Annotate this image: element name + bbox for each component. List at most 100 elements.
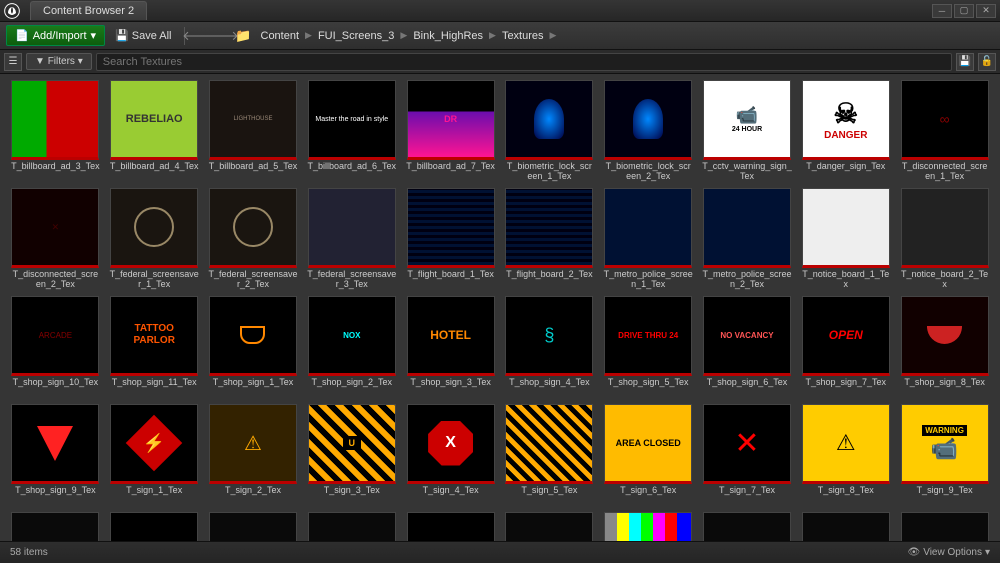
asset-item[interactable]: NO VACANCYT_shop_sign_6_Tex — [700, 296, 795, 400]
asset-thumbnail: U — [308, 404, 396, 484]
asset-item[interactable]: UT_sign_3_Tex — [304, 404, 399, 508]
asset-thumbnail — [209, 296, 297, 376]
asset-item[interactable] — [206, 512, 301, 541]
asset-item[interactable]: ✕T_sign_7_Tex — [700, 404, 795, 508]
add-import-button[interactable]: 📄 Add/Import ▾ — [6, 25, 105, 46]
close-button[interactable]: ✕ — [976, 4, 996, 18]
save-all-button[interactable]: 💾 Save All — [109, 26, 177, 45]
filters-button[interactable]: ▼ Filters ▾ — [26, 53, 92, 70]
asset-item[interactable]: T_shop_sign_8_Tex — [897, 296, 992, 400]
asset-thumbnail — [901, 296, 989, 376]
asset-item[interactable]: T_sign_5_Tex — [502, 404, 597, 508]
asset-label: T_billboard_ad_7_Tex — [406, 162, 496, 184]
breadcrumb-segment[interactable]: Content — [261, 30, 300, 42]
lock-button[interactable]: 🔓 — [978, 53, 996, 71]
asset-thumbnail: HOTEL — [407, 296, 495, 376]
asset-item[interactable]: REBELIAOT_billboard_ad_4_Tex — [107, 80, 202, 184]
asset-item[interactable]: Master the road in styleT_billboard_ad_6… — [304, 80, 399, 184]
asset-thumbnail: ⚠ — [209, 404, 297, 484]
asset-item[interactable]: T_metro_police_screen_2_Tex — [700, 188, 795, 292]
asset-thumbnail: ⚠ — [802, 404, 890, 484]
asset-item[interactable]: T_flight_board_2_Tex — [502, 188, 597, 292]
chevron-right-icon: ▶ — [489, 30, 496, 41]
asset-thumbnail: WARNING📹 — [901, 404, 989, 484]
asset-item[interactable]: AREA CLOSEDT_sign_6_Tex — [601, 404, 696, 508]
asset-item[interactable]: T_flight_board_1_Tex — [403, 188, 498, 292]
folder-tree-button[interactable]: 📁 — [235, 27, 253, 45]
asset-thumbnail — [703, 512, 791, 541]
view-options-button[interactable]: 👁 View Options ▾ — [908, 547, 990, 558]
asset-item[interactable]: T_shop_sign_1_Tex — [206, 296, 301, 400]
asset-label: T_sign_5_Tex — [504, 486, 594, 508]
asset-item[interactable]: HOTELT_shop_sign_3_Tex — [403, 296, 498, 400]
asset-item[interactable]: ⚠T_sign_2_Tex — [206, 404, 301, 508]
asset-item[interactable] — [601, 512, 696, 541]
asset-label: T_notice_board_1_Tex — [801, 270, 891, 292]
asset-label: T_disconnected_screen_1_Tex — [900, 162, 990, 184]
asset-item[interactable]: T_federal_screensaver_3_Tex — [304, 188, 399, 292]
asset-item[interactable] — [304, 512, 399, 541]
asset-item[interactable]: ☠DANGERT_danger_sign_Tex — [798, 80, 893, 184]
asset-item[interactable]: T_notice_board_2_Tex — [897, 188, 992, 292]
asset-thumbnail — [505, 80, 593, 160]
asset-thumbnail: AREA CLOSED — [604, 404, 692, 484]
asset-thumbnail — [901, 512, 989, 541]
minimize-button[interactable]: ─ — [932, 4, 952, 18]
asset-thumbnail — [505, 188, 593, 268]
asset-item[interactable]: WARNING📹T_sign_9_Tex — [897, 404, 992, 508]
asset-item[interactable]: ⚡T_sign_1_Tex — [107, 404, 202, 508]
asset-label: T_metro_police_screen_1_Tex — [603, 270, 693, 292]
asset-item[interactable]: NOXT_shop_sign_2_Tex — [304, 296, 399, 400]
asset-item[interactable]: ∞T_disconnected_screen_1_Tex — [897, 80, 992, 184]
asset-item[interactable]: §T_shop_sign_4_Tex — [502, 296, 597, 400]
asset-thumbnail: NOX — [308, 296, 396, 376]
asset-item[interactable]: T_federal_screensaver_2_Tex — [206, 188, 301, 292]
breadcrumb-segment[interactable]: Textures — [502, 30, 544, 42]
asset-item[interactable]: ✕T_disconnected_screen_2_Tex — [8, 188, 103, 292]
save-search-button[interactable]: 💾 — [956, 53, 974, 71]
breadcrumb-segment[interactable]: FUI_Screens_3 — [318, 30, 394, 42]
asset-item[interactable]: ⚠T_sign_8_Tex — [798, 404, 893, 508]
asset-item[interactable]: DRIVE THRU 24T_shop_sign_5_Tex — [601, 296, 696, 400]
save-icon: 💾 — [115, 29, 129, 42]
breadcrumb: Content ▶ FUI_Screens_3 ▶ Bink_HighRes ▶… — [261, 30, 557, 42]
asset-item[interactable]: T_billboard_ad_3_Tex — [8, 80, 103, 184]
asset-item[interactable] — [8, 512, 103, 541]
asset-item[interactable] — [403, 512, 498, 541]
asset-item[interactable]: T_federal_screensaver_1_Tex — [107, 188, 202, 292]
search-input[interactable] — [96, 53, 952, 71]
asset-item[interactable]: 📹24 HOURT_cctv_warning_sign_Tex — [700, 80, 795, 184]
asset-thumbnail — [604, 80, 692, 160]
asset-item[interactable]: TATTOO PARLORT_shop_sign_11_Tex — [107, 296, 202, 400]
asset-item[interactable] — [700, 512, 795, 541]
asset-thumbnail — [11, 512, 99, 541]
sources-panel-toggle[interactable]: ☰ — [4, 53, 22, 71]
view-options-label: View Options — [923, 547, 982, 558]
asset-item[interactable] — [107, 512, 202, 541]
asset-grid-container[interactable]: T_billboard_ad_3_TexREBELIAOT_billboard_… — [0, 74, 1000, 541]
dropdown-arrow-icon: ▾ — [91, 29, 97, 42]
asset-item[interactable] — [897, 512, 992, 541]
asset-label: T_billboard_ad_5_Tex — [208, 162, 298, 184]
asset-item[interactable]: T_shop_sign_9_Tex — [8, 404, 103, 508]
asset-item[interactable]: LIGHTHOUSET_billboard_ad_5_Tex — [206, 80, 301, 184]
nav-forward-button[interactable]: 🡒 — [213, 27, 231, 45]
asset-label: T_federal_screensaver_3_Tex — [307, 270, 397, 292]
window-tab[interactable]: Content Browser 2 — [30, 1, 147, 20]
chevron-right-icon: ▶ — [550, 30, 557, 41]
asset-thumbnail — [802, 188, 890, 268]
asset-item[interactable]: T_biometric_lock_screen_2_Tex — [601, 80, 696, 184]
asset-thumbnail: DR — [407, 80, 495, 160]
asset-item[interactable] — [502, 512, 597, 541]
asset-item[interactable]: DRT_billboard_ad_7_Tex — [403, 80, 498, 184]
asset-item[interactable]: OPENT_shop_sign_7_Tex — [798, 296, 893, 400]
asset-item[interactable]: T_biometric_lock_screen_1_Tex — [502, 80, 597, 184]
asset-item[interactable]: XT_sign_4_Tex — [403, 404, 498, 508]
asset-item[interactable]: T_metro_police_screen_1_Tex — [601, 188, 696, 292]
maximize-button[interactable]: ▢ — [954, 4, 974, 18]
asset-item[interactable]: ARCADET_shop_sign_10_Tex — [8, 296, 103, 400]
filter-icon: ▼ — [35, 56, 45, 67]
asset-item[interactable]: T_notice_board_1_Tex — [798, 188, 893, 292]
asset-item[interactable] — [798, 512, 893, 541]
breadcrumb-segment[interactable]: Bink_HighRes — [413, 30, 483, 42]
